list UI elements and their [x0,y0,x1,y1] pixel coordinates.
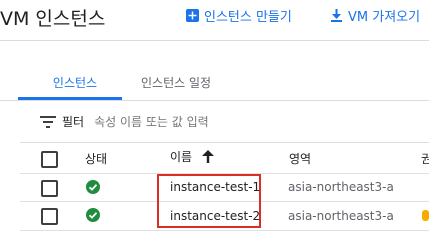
highlight-box [157,174,261,228]
arrow-up-icon [202,150,215,163]
filter-icon [40,115,56,128]
recommendation-icon [422,210,429,221]
tabs-divider [0,100,429,101]
tab-instances[interactable]: 인스턴스 [28,74,122,91]
column-header-status[interactable]: 상태 [85,150,107,167]
create-instance-button[interactable]: 인스턴스 만들기 [186,6,292,25]
filter-input[interactable] [94,114,295,129]
row-divider [20,230,429,231]
add-box-icon [186,9,199,22]
row-checkbox[interactable] [41,180,58,197]
header-divider [0,40,429,41]
instance-zone: asia-northeast3-a [288,209,394,223]
filter-label: 필터 [62,115,85,129]
page-title: VM 인스턴스 [0,8,106,30]
create-instance-label: 인스턴스 만들기 [204,10,292,25]
column-header-zone[interactable]: 영역 [289,150,311,167]
instance-zone: asia-northeast3-a [288,180,394,194]
row-checkbox[interactable] [41,208,58,225]
import-vm-button[interactable]: VM 가져오기 [330,6,420,25]
check-circle-icon [86,208,100,222]
column-header-name: 이름 [170,150,193,164]
filter-bar[interactable]: 필터 [40,113,295,130]
check-circle-icon [86,180,100,194]
table-top-border [20,142,429,143]
tab-instance-schedules[interactable]: 인스턴스 일정 [141,74,211,91]
import-vm-label: VM 가져오기 [348,10,421,25]
select-all-checkbox[interactable] [41,151,58,168]
download-icon [331,9,342,22]
column-header-partial[interactable]: 권 [421,150,429,167]
column-header-name-wrap[interactable]: 이름 [170,148,215,165]
